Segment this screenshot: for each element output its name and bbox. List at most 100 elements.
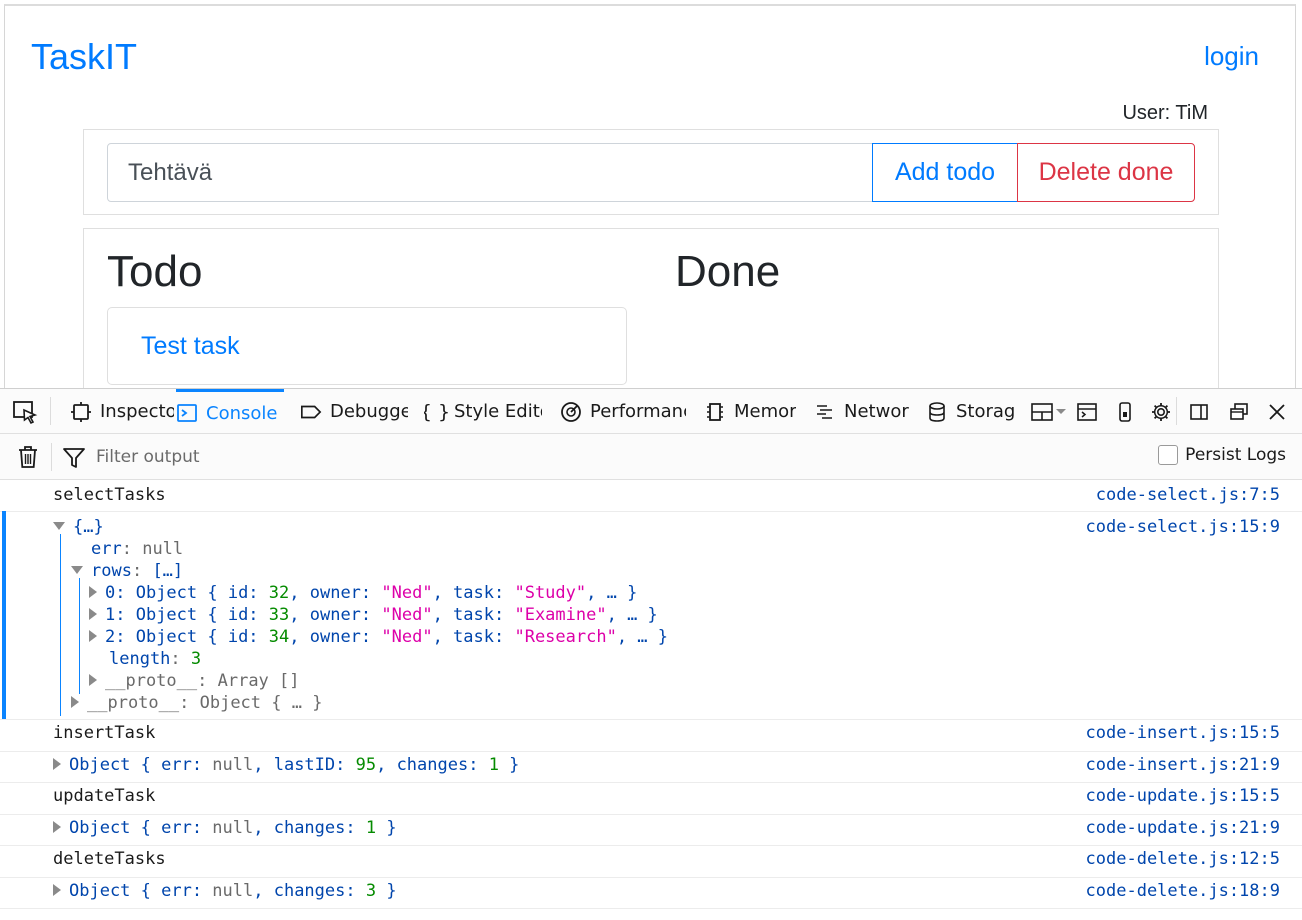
- tabs-overflow-icon[interactable]: [1030, 399, 1070, 425]
- tab-network-label: Network: [844, 401, 910, 422]
- tree-guide-line: [79, 578, 80, 694]
- done-heading: Done: [675, 247, 781, 296]
- console-toolbar: Persist Logs: [0, 434, 1302, 480]
- responsive-design-icon[interactable]: [1112, 399, 1138, 425]
- expand-twisty-icon[interactable]: [53, 884, 61, 896]
- inspector-icon: [70, 401, 92, 423]
- tab-console[interactable]: Console: [176, 389, 284, 434]
- source-link[interactable]: code-delete.js:12:5: [1086, 848, 1280, 870]
- filter-output-input[interactable]: [96, 442, 796, 472]
- persist-logs-toggle[interactable]: Persist Logs: [1158, 445, 1286, 465]
- login-link[interactable]: login: [1204, 41, 1259, 72]
- source-link[interactable]: code-update.js:15:5: [1086, 785, 1280, 807]
- tab-debugger-label: Debugger: [330, 401, 408, 422]
- trash-icon[interactable]: [16, 444, 40, 470]
- source-link[interactable]: code-insert.js:15:5: [1086, 722, 1280, 744]
- todo-item-link[interactable]: Test task: [141, 332, 240, 361]
- source-link[interactable]: code-delete.js:18:9: [1086, 880, 1280, 902]
- tab-style-editor-label: Style Editor: [454, 401, 542, 422]
- source-link[interactable]: code-insert.js:21:9: [1086, 754, 1280, 776]
- tab-memory-label: Memory: [734, 401, 796, 422]
- source-link[interactable]: code-update.js:21:9: [1086, 817, 1280, 839]
- separate-window-icon[interactable]: [1226, 399, 1252, 425]
- expand-twisty-icon[interactable]: [71, 696, 79, 708]
- console-message: Object { err: null, lastID: 95, changes:…: [0, 752, 1302, 783]
- console-message: Object { err: null, changes: 1 } code-up…: [0, 815, 1302, 846]
- tab-storage[interactable]: Storage: [926, 389, 1016, 434]
- prop-array-proto[interactable]: __proto__: Array []: [89, 670, 300, 692]
- object-result[interactable]: Object { err: null, changes: 1 }: [53, 817, 397, 839]
- delete-done-button[interactable]: Delete done: [1017, 143, 1195, 202]
- filter-icon: [62, 446, 86, 470]
- selected-indicator: [2, 511, 6, 719]
- tab-inspector[interactable]: Inspector: [70, 389, 174, 434]
- persist-logs-checkbox[interactable]: [1158, 445, 1179, 465]
- object-preview: {…}: [73, 517, 104, 537]
- row-item[interactable]: 1: Object { id: 33, owner: "Ned", task: …: [89, 604, 658, 626]
- tab-inspector-label: Inspector: [100, 401, 174, 422]
- console-message: insertTask code-insert.js:15:5: [0, 720, 1302, 752]
- split-console-icon[interactable]: [1074, 399, 1100, 425]
- element-picker-icon[interactable]: [12, 399, 38, 425]
- tab-separator: [50, 397, 51, 425]
- console-icon: [176, 402, 198, 424]
- prop-length: length: 3: [109, 649, 202, 669]
- devtools-tabbar: Inspector Console Debugger { } Style Edi…: [0, 389, 1302, 434]
- performance-icon: [560, 401, 582, 423]
- object-root[interactable]: {…}: [53, 516, 104, 538]
- persist-logs-label: Persist Logs: [1185, 445, 1286, 465]
- memory-icon: [704, 401, 726, 423]
- console-message: deleteTasks code-delete.js:12:5: [0, 846, 1302, 878]
- toolbar-separator: [51, 443, 52, 471]
- storage-icon: [926, 401, 948, 423]
- style-editor-icon: { }: [424, 400, 451, 423]
- source-link[interactable]: code-select.js:15:9: [1086, 516, 1280, 538]
- brand-link[interactable]: TaskIT: [31, 36, 137, 78]
- row-item[interactable]: 2: Object { id: 34, owner: "Ned", task: …: [89, 626, 668, 648]
- expand-twisty-icon[interactable]: [71, 566, 83, 574]
- tab-memory[interactable]: Memory: [704, 389, 796, 434]
- prop-rows[interactable]: rows: […]: [71, 560, 183, 582]
- expand-twisty-icon[interactable]: [89, 608, 97, 620]
- expand-twisty-icon[interactable]: [89, 630, 97, 642]
- debugger-icon: [300, 401, 322, 423]
- tab-performance-label: Performance: [590, 401, 686, 422]
- console-message: updateTask code-update.js:15:5: [0, 783, 1302, 815]
- prop-object-proto[interactable]: __proto__: Object { … }: [71, 692, 322, 714]
- log-text: insertTask: [53, 723, 156, 743]
- tab-separator: [1176, 397, 1177, 425]
- tab-debugger[interactable]: Debugger: [300, 389, 408, 434]
- tab-performance[interactable]: Performance: [560, 389, 686, 434]
- expand-twisty-icon[interactable]: [89, 674, 97, 686]
- close-icon[interactable]: [1264, 399, 1290, 425]
- console-message: Object { err: null, changes: 3 } code-de…: [0, 878, 1302, 909]
- todo-item: Test task: [107, 307, 627, 385]
- devtools-panel: Inspector Console Debugger { } Style Edi…: [0, 388, 1302, 920]
- source-link[interactable]: code-select.js:7:5: [1096, 484, 1280, 506]
- object-result[interactable]: Object { err: null, lastID: 95, changes:…: [53, 754, 519, 776]
- todo-heading: Todo: [107, 247, 203, 296]
- console-message-expanded: code-select.js:15:9 {…} err: null rows: …: [0, 511, 1302, 720]
- tab-storage-label: Storage: [956, 401, 1016, 422]
- dock-side-icon[interactable]: [1186, 399, 1212, 425]
- current-user: User: TiM: [1122, 102, 1208, 124]
- object-result[interactable]: Object { err: null, changes: 3 }: [53, 880, 397, 902]
- add-task-form: Add todo Delete done: [83, 129, 1219, 215]
- log-text: selectTasks: [53, 485, 166, 505]
- expand-twisty-icon[interactable]: [53, 522, 65, 530]
- row-item[interactable]: 0: Object { id: 32, owner: "Ned", task: …: [89, 582, 637, 604]
- console-message: selectTasks code-select.js:7:5: [0, 480, 1302, 512]
- gear-icon[interactable]: [1148, 399, 1174, 425]
- task-lists: Todo Done Test task: [83, 228, 1219, 388]
- console-output: selectTasks code-select.js:7:5 code-sele…: [0, 480, 1302, 920]
- log-text: deleteTasks: [53, 849, 166, 869]
- add-todo-button[interactable]: Add todo: [872, 143, 1018, 202]
- expand-twisty-icon[interactable]: [53, 758, 61, 770]
- expand-twisty-icon[interactable]: [89, 586, 97, 598]
- tab-style-editor[interactable]: { } Style Editor: [424, 389, 542, 434]
- tab-network[interactable]: Network: [814, 389, 910, 434]
- tab-console-label: Console: [206, 402, 278, 424]
- expand-twisty-icon[interactable]: [53, 821, 61, 833]
- log-text: updateTask: [53, 786, 156, 806]
- task-input[interactable]: [107, 143, 873, 202]
